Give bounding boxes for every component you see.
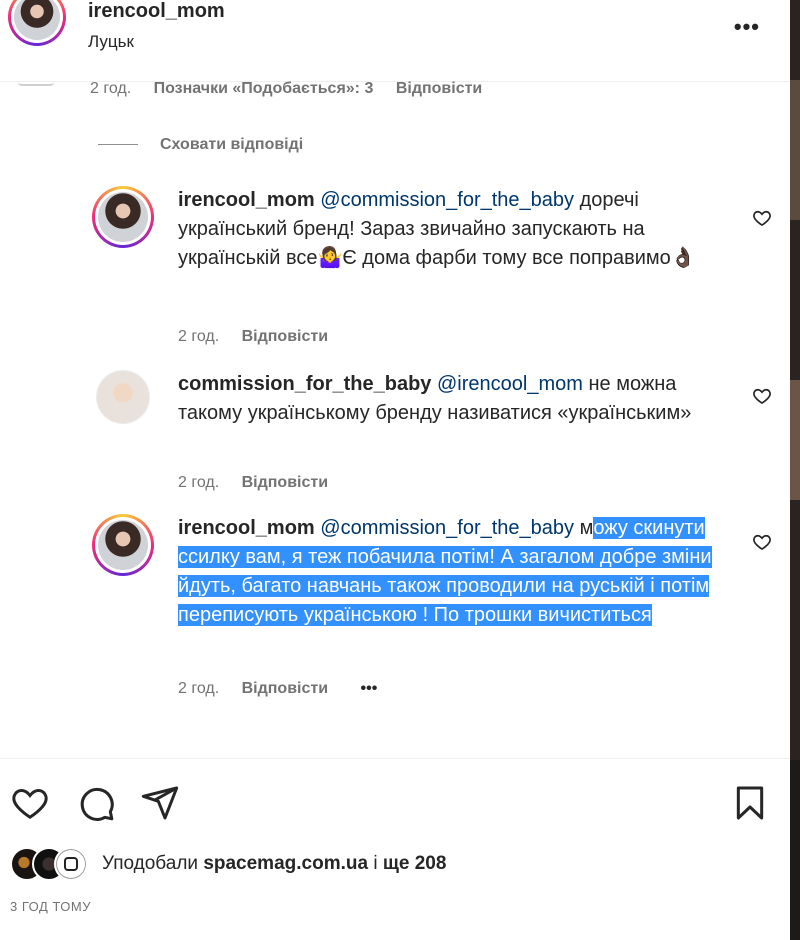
comment-time: 2 год. [178,328,220,345]
comment-meta: 2 год. Відповісти ••• [178,680,395,698]
reply-button[interactable]: Відповісти [396,80,482,97]
avatar [54,847,88,881]
avatar[interactable] [8,0,66,46]
comment-icon[interactable] [76,783,116,823]
reply-button[interactable]: Відповісти [242,328,328,345]
author-username[interactable]: irencool_mom [88,0,225,23]
likes-others[interactable]: ще 208 [383,853,447,874]
heart-icon[interactable] [752,532,772,552]
hide-replies-button[interactable]: Сховати відповіді [98,136,303,154]
likes-middle: і [368,853,383,874]
share-icon[interactable] [140,783,180,823]
post-actions: Уподобали spacemag.com.ua і ще 208 3 ГОД… [0,758,790,928]
previous-comment-avatar-edge [18,82,54,86]
comment-text: irencool_mom @commission_for_the_baby мо… [178,514,738,630]
comment-time: 2 год. [90,80,132,97]
comment-username[interactable]: commission_for_the_baby [178,373,431,395]
avatar[interactable] [92,186,154,248]
hide-replies-label: Сховати відповіді [160,136,304,153]
comment-likes-count[interactable]: Позначки «Подобається»: 3 [154,80,374,97]
post-header: irencool_mom Луцьк ••• [0,0,790,82]
heart-icon[interactable] [10,783,50,823]
post-panel: irencool_mom Луцьк ••• 2 год. Позначки «… [0,0,790,940]
parent-comment-meta: 2 год. Позначки «Подобається»: 3 Відпові… [90,80,500,98]
likes-summary: Уподобали spacemag.com.ua і ще 208 [102,853,446,875]
comment-text: commission_for_the_baby @irencool_mom не… [178,370,738,428]
comment-time: 2 год. [178,680,220,697]
liked-by-user[interactable]: spacemag.com.ua [203,853,368,874]
avatar[interactable] [96,370,150,424]
avatar[interactable] [92,514,154,576]
heart-icon[interactable] [752,208,772,228]
background-photo-strip [790,0,800,940]
likes-prefix: Уподобали [102,853,204,874]
comment-more-button[interactable]: ••• [361,680,378,697]
post-timestamp[interactable]: 3 ГОД ТОМУ [10,899,91,914]
more-options-button[interactable]: ••• [734,14,760,40]
reply-button[interactable]: Відповісти [242,680,328,697]
comment-text: irencool_mom @commission_for_the_baby до… [178,186,738,273]
reply-button[interactable]: Відповісти [242,474,328,491]
comment-mention[interactable]: @commission_for_the_baby [320,189,574,211]
comment-meta: 2 год. Відповісти [178,474,346,492]
divider-line [98,144,138,146]
comment-mention[interactable]: @irencool_mom [437,373,583,395]
comment-time: 2 год. [178,474,220,491]
comment-mention[interactable]: @commission_for_the_baby [320,517,574,539]
comment-meta: 2 год. Відповісти [178,328,346,346]
bookmark-icon[interactable] [730,783,770,823]
comment-body: м [574,517,594,539]
post-location[interactable]: Луцьк [88,32,134,52]
comment-username[interactable]: irencool_mom [178,189,315,211]
heart-icon[interactable] [752,386,772,406]
comment-username[interactable]: irencool_mom [178,517,315,539]
